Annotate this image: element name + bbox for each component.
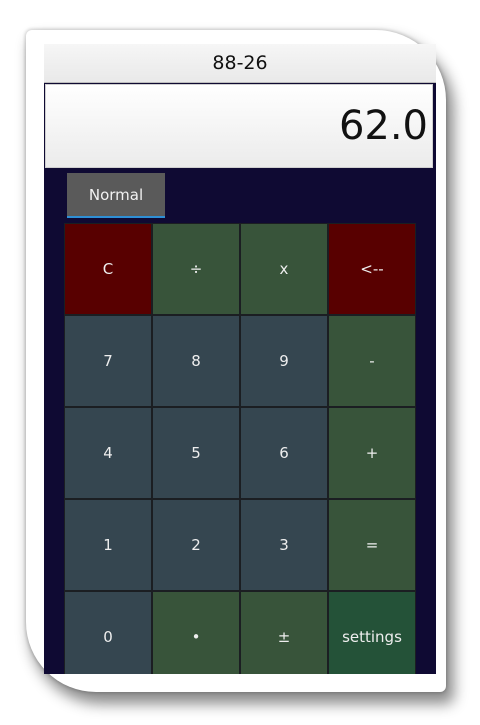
divide-button[interactable]: ÷	[152, 223, 240, 315]
digit-6-button[interactable]: 6	[240, 407, 328, 499]
plus-minus-button[interactable]: ±	[240, 591, 328, 674]
result-display: 62.0	[45, 84, 433, 168]
digit-9-button[interactable]: 9	[240, 315, 328, 407]
tab-normal[interactable]: Normal	[67, 173, 165, 218]
digit-4-button[interactable]: 4	[64, 407, 152, 499]
multiply-button[interactable]: x	[240, 223, 328, 315]
digit-1-button[interactable]: 1	[64, 499, 152, 591]
expression-display: 88-26	[44, 44, 436, 83]
backspace-button[interactable]: <--	[328, 223, 416, 315]
settings-button[interactable]: settings	[328, 591, 416, 674]
digit-3-button[interactable]: 3	[240, 499, 328, 591]
digit-0-button[interactable]: 0	[64, 591, 152, 674]
add-button[interactable]: +	[328, 407, 416, 499]
clear-button[interactable]: C	[64, 223, 152, 315]
digit-7-button[interactable]: 7	[64, 315, 152, 407]
decimal-point-button[interactable]: •	[152, 591, 240, 674]
keypad: C ÷ x <-- 7 8 9- 4 5 6 +1 2 3 = 0 • ± settings	[64, 223, 416, 674]
subtract-button[interactable]: -	[328, 315, 416, 407]
equals-button[interactable]: =	[328, 499, 416, 591]
digit-8-button[interactable]: 8	[152, 315, 240, 407]
digit-5-button[interactable]: 5	[152, 407, 240, 499]
calculator-screen: 88-26 62.0 Normal C ÷ x <-- 7 8 9- 4 5 6 +1 2 3 = 0 • ± s…	[44, 44, 436, 674]
digit-2-button[interactable]: 2	[152, 499, 240, 591]
